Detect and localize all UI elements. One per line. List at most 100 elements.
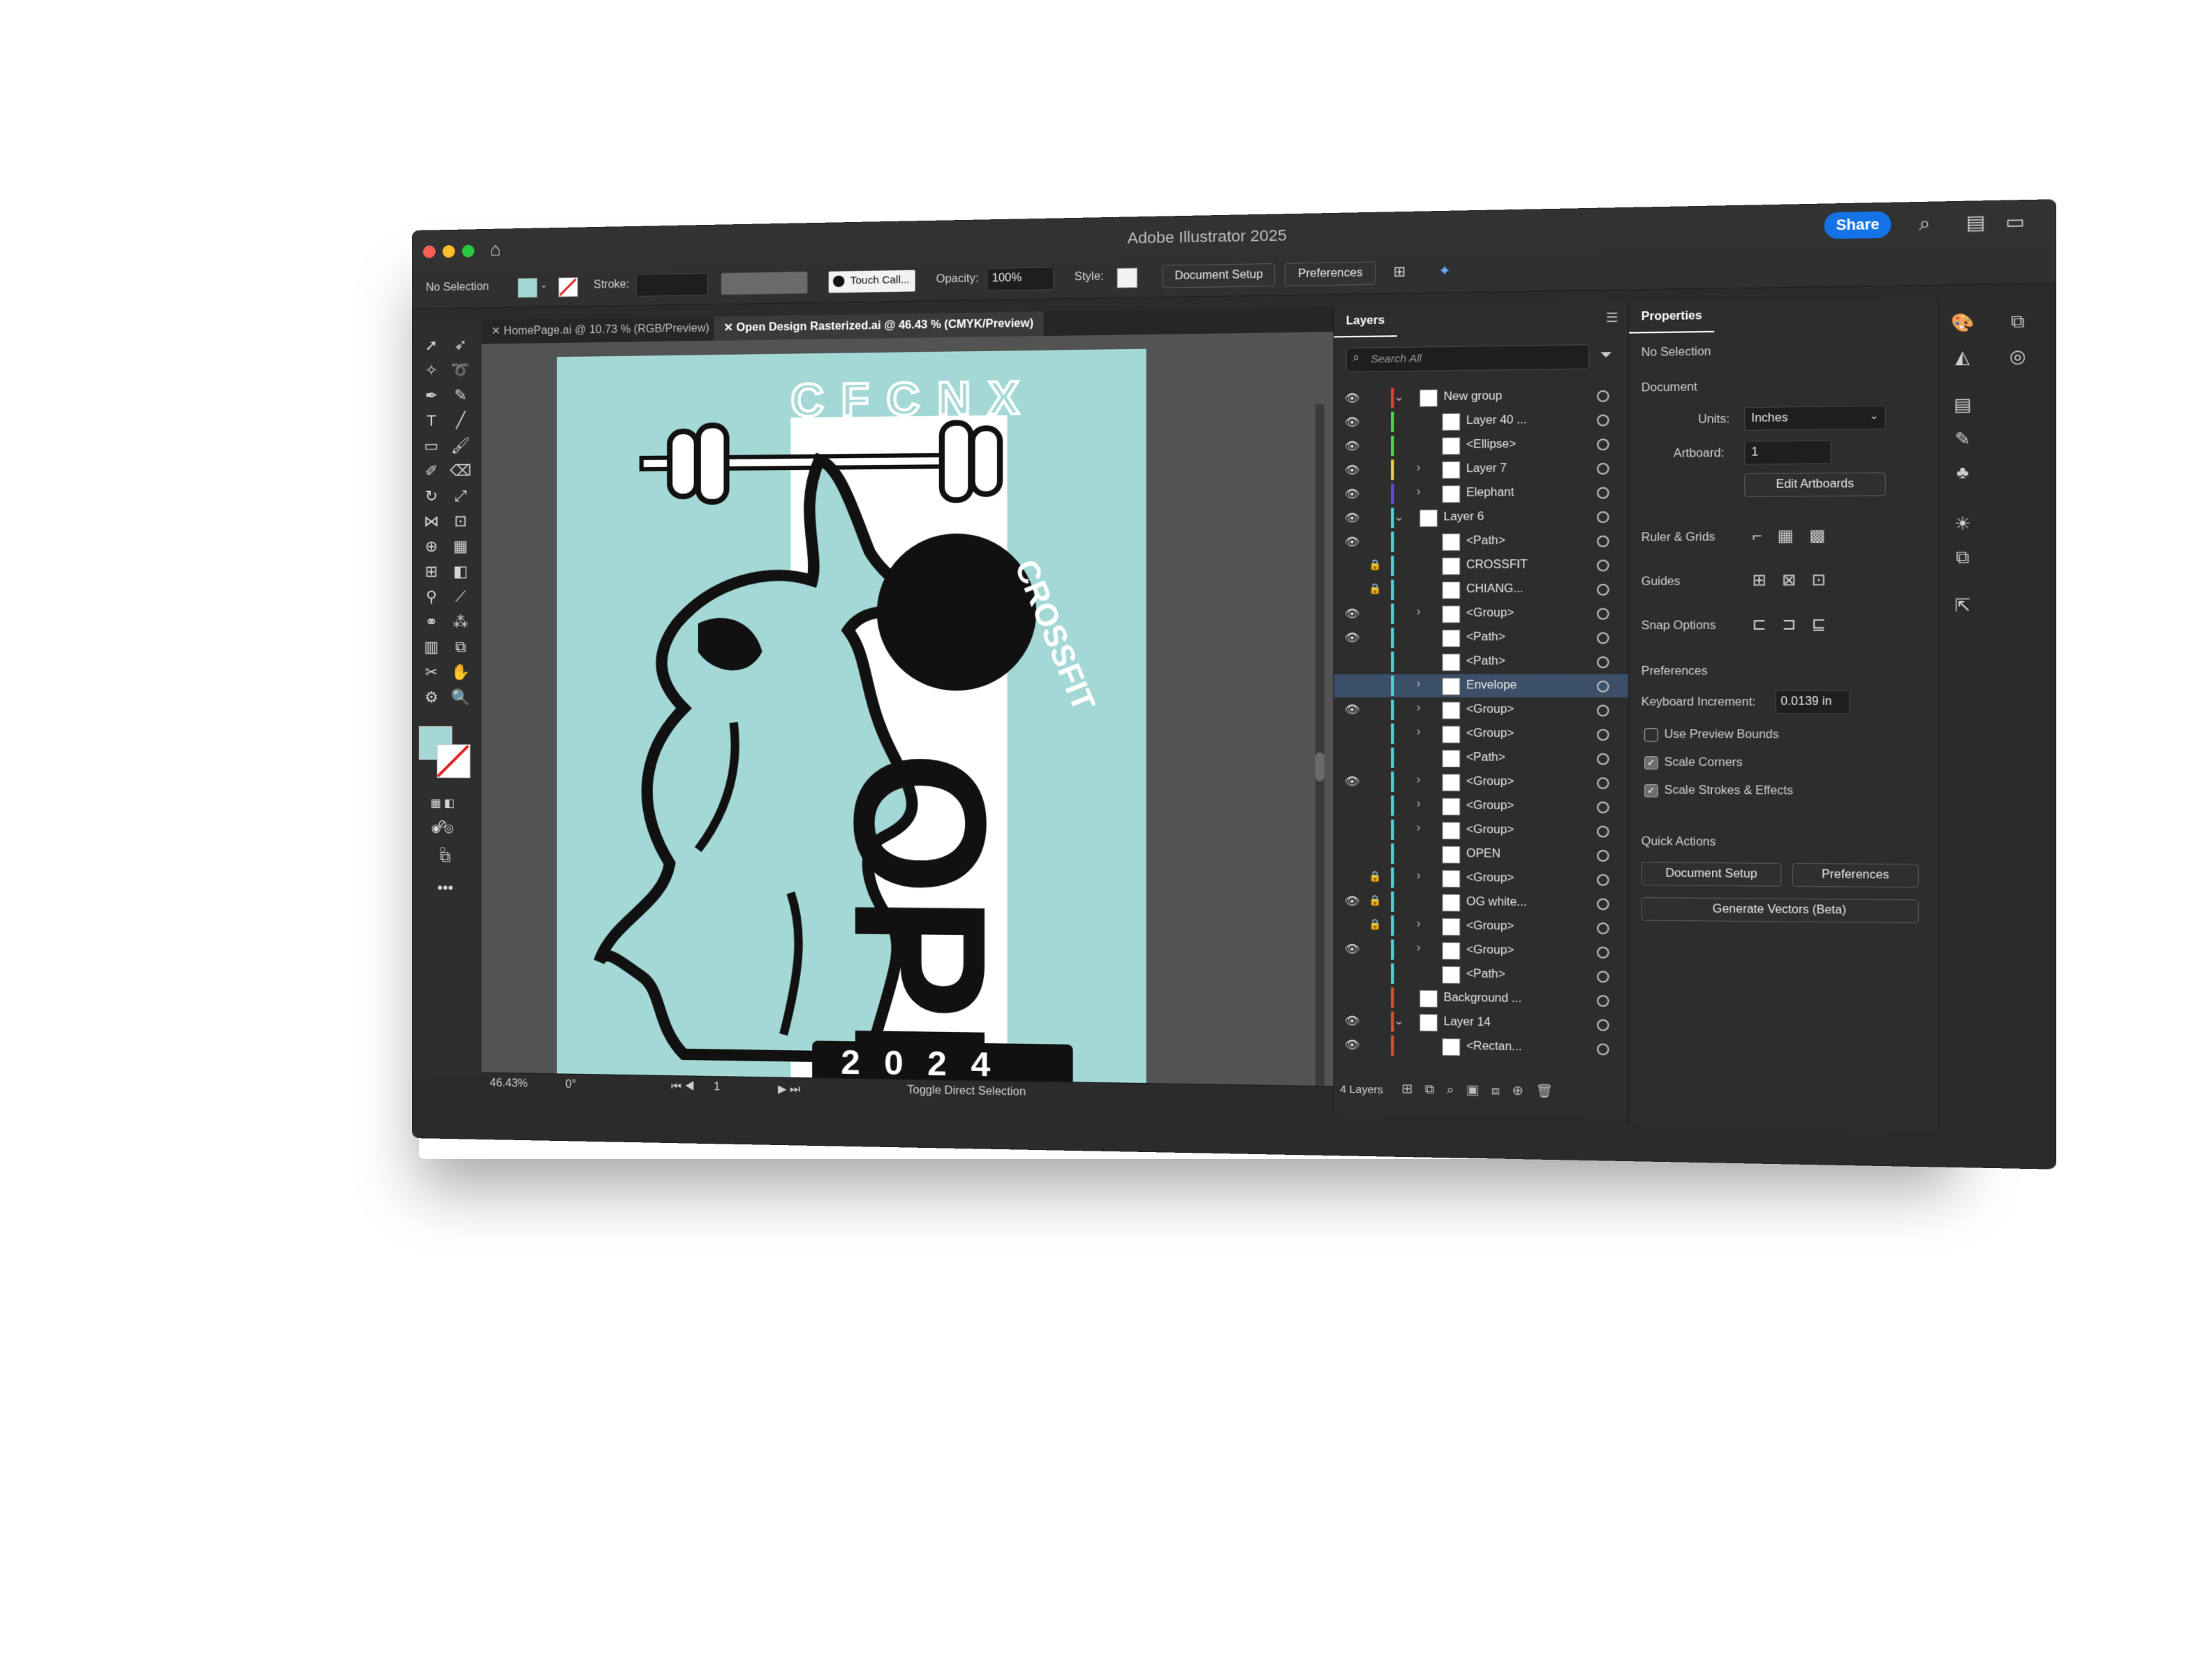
target-icon[interactable] <box>1597 415 1609 427</box>
free-transform-icon[interactable]: ⊡ <box>448 510 473 531</box>
qa-document-setup-button[interactable]: Document Setup <box>1642 862 1782 886</box>
layer-row[interactable]: 👁 ⌄ Layer 14 <box>1334 1009 1630 1036</box>
stroke-swatch[interactable] <box>559 277 578 297</box>
curvature-tool-icon[interactable]: ✎ <box>448 385 473 406</box>
rectangle-tool-icon[interactable]: ▭ <box>419 436 444 457</box>
eye-icon[interactable]: 👁 <box>1345 439 1360 454</box>
transform-icon[interactable]: ⧉ <box>1947 547 1978 568</box>
canvas[interactable]: CFCNX CROSSFIT OPEN 2 0 2 4 <box>482 332 1334 1086</box>
type-tool-icon[interactable]: T <box>419 410 444 431</box>
variable-width-profile[interactable] <box>721 271 808 295</box>
target-icon[interactable] <box>1597 729 1609 741</box>
libraries-icon[interactable]: ▤ <box>1947 394 1978 415</box>
target-icon[interactable] <box>1597 608 1609 620</box>
screen-mode-icon[interactable]: ⧉ <box>433 846 458 867</box>
generate-vectors-button[interactable]: Generate Vectors (Beta) <box>1642 897 1919 923</box>
stroke-color-box[interactable] <box>437 744 471 778</box>
layer-row[interactable]: 👁 <Rectan... <box>1334 1033 1630 1061</box>
target-icon[interactable] <box>1597 463 1609 475</box>
vertical-scrollbar[interactable] <box>1315 404 1325 1086</box>
layer-row[interactable]: 🔒 › <Group> <box>1334 913 1630 940</box>
color-icon[interactable]: 🎨 <box>1947 312 1978 334</box>
target-icon[interactable] <box>1597 390 1609 402</box>
screen-mode-icon[interactable]: ▭ <box>2005 210 2025 234</box>
scale-strokes-checkbox[interactable]: ✓ <box>1644 784 1658 797</box>
more-tools-icon[interactable]: ••• <box>433 877 458 898</box>
chevron-down-icon[interactable]: ⌄ <box>1394 510 1403 524</box>
artboards-icon[interactable]: ⧉ <box>2002 311 2033 333</box>
layer-row[interactable]: › Envelope <box>1334 674 1630 698</box>
magic-wand-icon[interactable]: ✧ <box>419 360 444 381</box>
target-icon[interactable] <box>1597 584 1609 596</box>
tab-properties[interactable]: Properties <box>1629 302 1714 334</box>
close-icon[interactable]: ✕ <box>723 322 736 334</box>
target-icon[interactable] <box>1597 898 1609 910</box>
target-icon[interactable] <box>1597 1043 1609 1055</box>
workspace-icon[interactable]: ▤ <box>1966 211 1986 235</box>
pen-tool-icon[interactable]: ✒ <box>419 385 444 406</box>
zoom-tool-icon[interactable]: 🔍 <box>448 687 473 708</box>
chevron-right-icon[interactable]: › <box>1417 702 1421 715</box>
guide-icons[interactable]: ⊞⊠⊡ <box>1752 570 1841 590</box>
layer-row[interactable]: 👁 › Elephant <box>1334 480 1630 506</box>
target-icon[interactable] <box>1597 632 1609 644</box>
panel-menu-icon[interactable]: ☰ <box>1606 310 1619 325</box>
chevron-right-icon[interactable]: › <box>1417 822 1421 835</box>
artboard[interactable]: CFCNX CROSSFIT OPEN 2 0 2 4 <box>557 349 1146 1098</box>
layer-row[interactable]: 🔒 › <Group> <box>1334 866 1630 892</box>
measure-icon[interactable]: ⟋ <box>448 587 473 607</box>
swatches-icon[interactable]: ◭ <box>1947 346 1978 368</box>
layer-row[interactable]: › <Group> <box>1334 794 1630 818</box>
target-icon[interactable] <box>1597 559 1609 571</box>
layer-row[interactable]: 👁 › <Group> <box>1334 601 1630 626</box>
width-tool-icon[interactable]: ⋈ <box>419 511 444 532</box>
symbols-icon[interactable]: ♣ <box>1947 462 1978 483</box>
lasso-icon[interactable]: ➰ <box>448 360 473 381</box>
edit-artboards-button[interactable]: Edit Artboards <box>1744 472 1885 496</box>
eye-icon[interactable]: 👁 <box>1345 463 1360 478</box>
chevron-right-icon[interactable]: › <box>1417 462 1421 475</box>
close-icon[interactable]: ✕ <box>492 325 504 337</box>
graphic-style-swatch[interactable] <box>1117 267 1137 288</box>
export-icon[interactable]: ⇱ <box>1947 595 1978 617</box>
eye-icon[interactable]: 👁 <box>1345 942 1360 957</box>
brushes-icon[interactable]: ✎ <box>1947 428 1978 450</box>
direct-selection-tool-icon[interactable]: ➶ <box>448 334 473 356</box>
scale-corners-checkbox[interactable]: ✓ <box>1644 756 1658 769</box>
eye-icon[interactable]: 👁 <box>1345 631 1360 645</box>
line-tool-icon[interactable]: ╱ <box>448 410 473 431</box>
target-icon[interactable] <box>1597 705 1609 716</box>
target-icon[interactable] <box>1597 681 1609 693</box>
target-icon[interactable] <box>1597 487 1609 499</box>
target-icon[interactable] <box>1597 850 1609 862</box>
use-preview-bounds-checkbox[interactable] <box>1644 728 1658 742</box>
rotate-tool-icon[interactable]: ↻ <box>419 486 444 507</box>
eye-icon[interactable]: 👁 <box>1345 1014 1360 1028</box>
eye-icon[interactable]: 👁 <box>1345 415 1360 429</box>
artboard-nav[interactable]: ⏮ ◀ <box>671 1080 695 1093</box>
eye-icon[interactable]: 👁 <box>1345 774 1360 789</box>
layer-row[interactable]: › <Group> <box>1334 722 1630 746</box>
target-icon[interactable] <box>1597 753 1609 765</box>
layer-row[interactable]: Background ... <box>1334 985 1630 1012</box>
target-icon[interactable] <box>1597 777 1609 789</box>
gradient-tool-icon[interactable]: ◧ <box>448 561 473 582</box>
target-icon[interactable] <box>1597 511 1609 523</box>
chevron-down-icon[interactable]: ⌄ <box>1394 1014 1403 1028</box>
eye-icon[interactable]: 👁 <box>1345 702 1360 717</box>
chevron-right-icon[interactable]: › <box>1417 918 1421 931</box>
chevron-down-icon[interactable]: ⌄ <box>540 280 547 290</box>
artboard-number[interactable]: 1 <box>714 1081 720 1093</box>
target-icon[interactable] <box>1597 536 1609 547</box>
zoom-level[interactable]: 46.43% <box>490 1077 528 1091</box>
artboard-select[interactable]: 1 <box>1744 440 1831 464</box>
shaper-tool-icon[interactable]: ✐ <box>419 461 444 482</box>
layer-row[interactable]: 🔒 CHIANG... <box>1334 577 1630 602</box>
eye-icon[interactable]: 👁 <box>1345 607 1360 621</box>
scale-tool-icon[interactable]: ⤢ <box>448 485 473 506</box>
chevron-right-icon[interactable]: › <box>1417 942 1421 955</box>
color-mode-icon[interactable]: ▦ ◧ ⊘ <box>430 793 455 814</box>
blend-tool-icon[interactable]: ⚭ <box>419 612 444 633</box>
eye-icon[interactable]: 👁 <box>1345 391 1360 406</box>
pathfinder-icon[interactable]: ◎ <box>2002 346 2033 368</box>
